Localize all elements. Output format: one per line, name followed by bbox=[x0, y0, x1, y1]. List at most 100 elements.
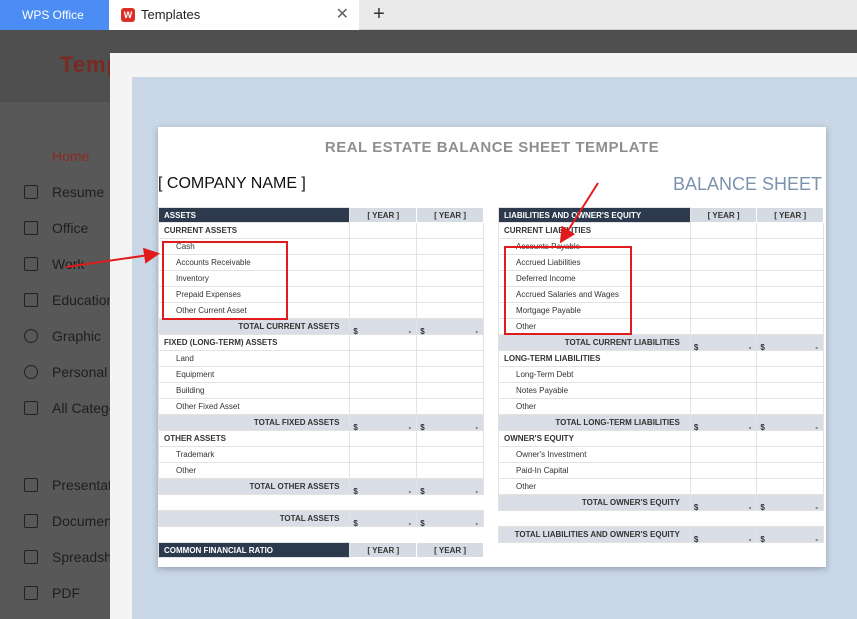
value: - bbox=[748, 422, 752, 432]
briefcase-icon bbox=[24, 257, 38, 271]
year-header: [ YEAR ] bbox=[416, 542, 484, 558]
sidebar-label: Education bbox=[52, 292, 115, 308]
tab-templates-label: Templates bbox=[141, 7, 201, 22]
year-header: [ YEAR ] bbox=[349, 207, 418, 223]
section-head: CURRENT ASSETS bbox=[158, 222, 351, 239]
highlight-box-current-liabilities bbox=[504, 246, 632, 335]
office-icon bbox=[24, 221, 38, 235]
table-row: Notes Payable bbox=[498, 382, 824, 399]
sidebar-item-personal[interactable]: Personal bbox=[24, 364, 107, 388]
sidebar-label: Graphic bbox=[52, 328, 102, 344]
preview-area: REAL ESTATE BALANCE SHEET TEMPLATE [ COM… bbox=[132, 77, 857, 619]
tab-bar: WPS Office W Templates ✕ + bbox=[0, 0, 857, 30]
value: - bbox=[748, 534, 752, 544]
table-row: FIXED (LONG-TERM) ASSETS bbox=[158, 334, 484, 351]
table-row: TOTAL ASSETS $ - $ - bbox=[158, 510, 484, 528]
currency: $ bbox=[693, 342, 699, 352]
value: - bbox=[815, 342, 818, 352]
table-row: TOTAL LONG-TERM LIABILITIES $ - $ - bbox=[498, 414, 824, 432]
sidebar-item-education[interactable]: Education bbox=[24, 292, 114, 316]
table-row: LONG-TERM LIABILITIES bbox=[498, 350, 824, 367]
total-label: TOTAL LONG-TERM LIABILITIES bbox=[498, 414, 691, 431]
sidebar-item-resume[interactable]: Resume bbox=[24, 184, 104, 208]
row-label: Paid-In Capital bbox=[498, 462, 691, 479]
row-label: Other bbox=[498, 398, 691, 415]
value: - bbox=[475, 326, 478, 336]
value: - bbox=[815, 422, 818, 432]
sidebar-item-all-categories[interactable]: All Catego bbox=[24, 400, 117, 424]
row-label: Notes Payable bbox=[498, 382, 691, 399]
table-row: Other bbox=[158, 462, 484, 479]
total-label: TOTAL LIABILITIES AND OWNER'S EQUITY bbox=[498, 526, 691, 543]
table-row: LIABILITIES AND OWNER'S EQUITY[ YEAR ][ … bbox=[498, 207, 824, 223]
company-name: [ COMPANY NAME ] bbox=[158, 175, 306, 192]
sheet-title: REAL ESTATE BALANCE SHEET TEMPLATE bbox=[324, 139, 660, 156]
assets-header: ASSETS bbox=[158, 207, 351, 223]
table-row: Other bbox=[498, 478, 824, 495]
sidebar-item-document[interactable]: Document bbox=[24, 513, 116, 537]
currency: $ bbox=[420, 422, 425, 432]
wps-logo-icon: W bbox=[121, 8, 135, 22]
table-row: ASSETS[ YEAR ][ YEAR ] bbox=[158, 207, 484, 223]
sidebar-label: Personal bbox=[52, 364, 108, 380]
resume-icon bbox=[24, 185, 38, 199]
presentation-icon bbox=[24, 478, 38, 492]
year-header: [ YEAR ] bbox=[416, 207, 484, 223]
row-label: Trademark bbox=[158, 446, 351, 463]
value: - bbox=[408, 486, 412, 496]
year-header: [ YEAR ] bbox=[349, 542, 418, 558]
currency: $ bbox=[353, 518, 358, 528]
section-head: LONG-TERM LIABILITIES bbox=[498, 350, 691, 367]
row-label: Other bbox=[158, 462, 351, 479]
table-row: Other Fixed Asset bbox=[158, 398, 484, 415]
tab-wps-office[interactable]: WPS Office bbox=[0, 0, 109, 30]
currency: $ bbox=[760, 422, 765, 432]
table-row bbox=[158, 526, 484, 543]
table-row: TOTAL CURRENT ASSETS $ - $ - bbox=[158, 318, 484, 336]
sidebar-label: Resume bbox=[52, 184, 105, 200]
document-icon bbox=[24, 514, 38, 528]
section-head: OWNER'S EQUITY bbox=[498, 430, 691, 447]
sidebar-label: Work bbox=[52, 256, 85, 272]
table-row: Long-Term Debt bbox=[498, 366, 824, 383]
sidebar-item-graphic[interactable]: Graphic bbox=[24, 328, 101, 352]
heart-icon bbox=[24, 365, 38, 379]
sidebar-label: Office bbox=[52, 220, 89, 236]
value: - bbox=[475, 486, 478, 496]
total-label: TOTAL OWNER'S EQUITY bbox=[498, 494, 691, 511]
table-row: TOTAL FIXED ASSETS $ - $ - bbox=[158, 414, 484, 432]
section-head: OTHER ASSETS bbox=[158, 430, 351, 447]
sidebar-item-office[interactable]: Office bbox=[24, 220, 88, 244]
total-label: TOTAL CURRENT LIABILITIES bbox=[498, 334, 691, 351]
tab-templates[interactable]: W Templates ✕ bbox=[109, 0, 359, 30]
close-icon[interactable]: ✕ bbox=[336, 0, 349, 30]
table-row: OTHER ASSETS bbox=[158, 430, 484, 447]
grid-icon bbox=[24, 401, 38, 415]
row-label: Owner's Investment bbox=[498, 446, 691, 463]
table-row: OWNER'S EQUITY bbox=[498, 430, 824, 447]
table-row bbox=[498, 510, 824, 527]
sidebar-item-work[interactable]: Work bbox=[24, 256, 84, 280]
row-label: Other bbox=[498, 478, 691, 495]
bulb-icon bbox=[24, 329, 38, 343]
value: - bbox=[475, 518, 478, 528]
ratio-header: COMMON FINANCIAL RATIO bbox=[158, 542, 351, 558]
balance-sheet-label: BALANCE SHEET bbox=[672, 174, 822, 194]
sidebar-item-pdf[interactable]: PDF bbox=[24, 585, 80, 609]
section-head: FIXED (LONG-TERM) ASSETS bbox=[158, 334, 351, 351]
row-label: Land bbox=[158, 350, 351, 367]
new-tab-plus-icon[interactable]: + bbox=[368, 0, 390, 30]
pdf-icon bbox=[24, 586, 38, 600]
spreadsheet-icon bbox=[24, 550, 38, 564]
value: - bbox=[475, 422, 478, 432]
total-label: TOTAL FIXED ASSETS bbox=[158, 414, 351, 431]
table-row: Other bbox=[498, 398, 824, 415]
year-header: [ YEAR ] bbox=[756, 207, 824, 223]
sidebar-item-home[interactable]: Home bbox=[52, 148, 89, 172]
year-header: [ YEAR ] bbox=[689, 207, 758, 223]
table-row: Equipment bbox=[158, 366, 484, 383]
table-row: TOTAL LIABILITIES AND OWNER'S EQUITY $ - $ - bbox=[498, 526, 824, 544]
currency: $ bbox=[353, 422, 358, 432]
sidebar-item-presentation[interactable]: Presentatio bbox=[24, 477, 123, 501]
value: - bbox=[815, 534, 818, 544]
